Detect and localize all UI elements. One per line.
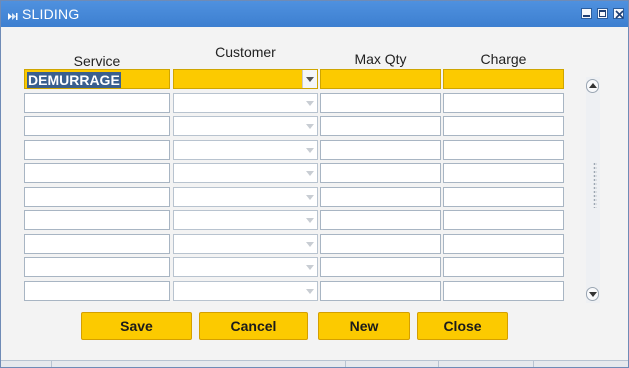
- maximize-icon[interactable]: [597, 8, 608, 19]
- close-button[interactable]: Close: [417, 312, 508, 340]
- max-qty-field[interactable]: [320, 210, 441, 230]
- service-field[interactable]: [24, 257, 170, 277]
- save-button[interactable]: Save: [81, 312, 192, 340]
- status-divider: [533, 361, 534, 367]
- service-field[interactable]: [24, 163, 170, 183]
- status-bar: [1, 360, 628, 367]
- charge-field[interactable]: [443, 69, 564, 89]
- customer-combo[interactable]: [173, 210, 318, 230]
- service-field[interactable]: DEMURRAGE: [24, 69, 170, 89]
- status-divider: [345, 361, 346, 367]
- close-icon[interactable]: [613, 8, 624, 19]
- service-field[interactable]: [24, 281, 170, 301]
- service-value: DEMURRAGE: [27, 72, 121, 88]
- service-field[interactable]: [24, 187, 170, 207]
- chevron-down-icon[interactable]: [303, 282, 317, 300]
- chevron-down-icon[interactable]: [303, 117, 317, 135]
- customer-combo[interactable]: [173, 257, 318, 277]
- new-button[interactable]: New: [318, 312, 410, 340]
- column-header-max-qty: Max Qty: [354, 51, 407, 67]
- charge-field[interactable]: [443, 116, 564, 136]
- service-field[interactable]: [24, 140, 170, 160]
- customer-combo[interactable]: [173, 140, 318, 160]
- chevron-down-icon[interactable]: [303, 164, 317, 182]
- max-qty-field[interactable]: [320, 163, 441, 183]
- chevron-down-icon[interactable]: [303, 188, 317, 206]
- charge-field[interactable]: [443, 234, 564, 254]
- scroll-down-icon[interactable]: [586, 287, 599, 301]
- scroll-up-icon[interactable]: [586, 79, 599, 93]
- customer-combo[interactable]: [173, 234, 318, 254]
- max-qty-field[interactable]: [320, 116, 441, 136]
- max-qty-field[interactable]: [320, 234, 441, 254]
- column-header-customer: Customer: [215, 44, 276, 60]
- column-header-service: Service: [73, 53, 121, 69]
- column-header-charge: Charge: [480, 51, 527, 67]
- chevron-down-icon[interactable]: [303, 141, 317, 159]
- max-qty-field[interactable]: [320, 187, 441, 207]
- max-qty-field[interactable]: [320, 69, 441, 89]
- charge-field[interactable]: [443, 140, 564, 160]
- service-field[interactable]: [24, 93, 170, 113]
- max-qty-field[interactable]: [320, 93, 441, 113]
- customer-combo[interactable]: [173, 163, 318, 183]
- charge-field[interactable]: [443, 163, 564, 183]
- status-divider: [438, 361, 439, 367]
- title-bar[interactable]: SLIDING: [1, 1, 628, 27]
- charge-field[interactable]: [443, 210, 564, 230]
- window-title: SLIDING: [22, 6, 80, 22]
- minimize-icon[interactable]: [581, 8, 592, 19]
- customer-combo[interactable]: [173, 116, 318, 136]
- chevron-down-icon[interactable]: [303, 235, 317, 253]
- status-divider: [51, 361, 52, 367]
- customer-combo[interactable]: [173, 187, 318, 207]
- chevron-down-icon[interactable]: [303, 94, 317, 112]
- customer-combo[interactable]: [173, 69, 318, 89]
- charge-field[interactable]: [443, 187, 564, 207]
- max-qty-field[interactable]: [320, 281, 441, 301]
- service-field[interactable]: [24, 234, 170, 254]
- charge-field[interactable]: [443, 257, 564, 277]
- chevron-down-icon[interactable]: [303, 211, 317, 229]
- scroll-grip[interactable]: [593, 162, 597, 208]
- window-menu-icon[interactable]: [7, 9, 18, 20]
- customer-combo[interactable]: [173, 93, 318, 113]
- max-qty-field[interactable]: [320, 140, 441, 160]
- charge-field[interactable]: [443, 281, 564, 301]
- chevron-down-icon[interactable]: [303, 258, 317, 276]
- customer-combo[interactable]: [173, 281, 318, 301]
- vertical-scrollbar[interactable]: [586, 77, 600, 303]
- max-qty-field[interactable]: [320, 257, 441, 277]
- chevron-down-icon[interactable]: [302, 70, 317, 88]
- cancel-button[interactable]: Cancel: [199, 312, 308, 340]
- service-field[interactable]: [24, 116, 170, 136]
- service-field[interactable]: [24, 210, 170, 230]
- sliding-window: SLIDING Service Customer Max Qty Charge …: [0, 0, 629, 368]
- charge-field[interactable]: [443, 93, 564, 113]
